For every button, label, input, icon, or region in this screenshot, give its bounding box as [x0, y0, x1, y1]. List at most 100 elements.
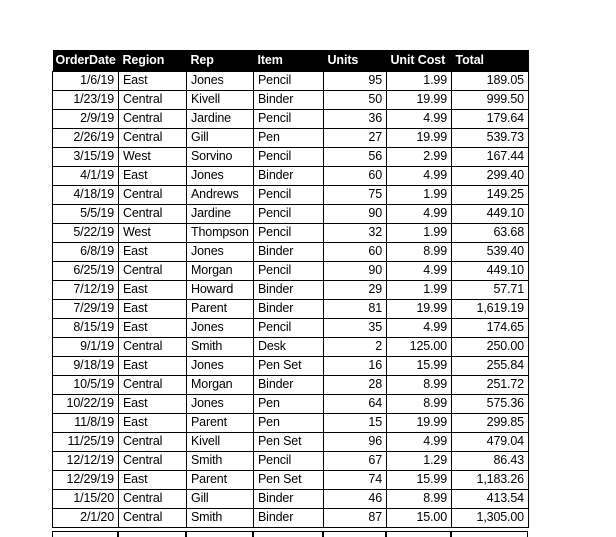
column-header-units[interactable]: Units — [323, 50, 387, 72]
cell-unit_cost[interactable]: 1.99 — [386, 280, 452, 300]
cell-total[interactable]: 255.84 — [451, 356, 529, 376]
cell-total[interactable]: 174.65 — [451, 318, 529, 338]
cell-units[interactable]: 36 — [323, 109, 387, 129]
cell-rep[interactable]: Jones — [186, 394, 254, 414]
cell-region[interactable]: Central — [118, 451, 187, 471]
table-row[interactable]: 9/18/19 East Jones Pen Set 16 15.99 255.84 — [52, 356, 529, 376]
cell-region[interactable]: East — [118, 242, 187, 262]
table-row[interactable]: 5/22/19 West Thompson Pencil 32 1.99 63.68 — [52, 223, 529, 243]
table-row[interactable]: 12/29/19 East Parent Pen Set 74 15.99 1,183.26 — [52, 470, 529, 490]
cell-total[interactable]: 1,619.19 — [451, 299, 529, 319]
cell-region[interactable]: West — [118, 147, 187, 167]
cell-total[interactable]: 1,305.00 — [451, 508, 529, 528]
cell-region[interactable]: Central — [118, 128, 187, 148]
cell-unit_cost[interactable]: 1.99 — [386, 185, 452, 205]
cell-unit_cost[interactable]: 4.99 — [386, 204, 452, 224]
cell-total[interactable]: 413.54 — [451, 489, 529, 509]
cell-rep[interactable]: Morgan — [186, 261, 254, 281]
cell-item[interactable]: Binder — [253, 166, 324, 186]
cell-region[interactable]: West — [118, 223, 187, 243]
cell-units[interactable]: 90 — [323, 204, 387, 224]
cell-region[interactable]: East — [118, 394, 187, 414]
cell-units[interactable]: 81 — [323, 299, 387, 319]
cell-order_date[interactable]: 5/5/19 — [52, 204, 119, 224]
cell-total[interactable]: 251.72 — [451, 375, 529, 395]
cell-unit_cost[interactable]: 1.99 — [386, 71, 452, 91]
cell-unit_cost[interactable]: 4.99 — [386, 261, 452, 281]
cell-unit_cost[interactable]: 8.99 — [386, 394, 452, 414]
cell-order_date[interactable]: 1/6/19 — [52, 71, 119, 91]
cell-total[interactable]: 189.05 — [451, 71, 529, 91]
cell-unit_cost[interactable]: 19.99 — [386, 128, 452, 148]
cell-order_date[interactable]: 2/1/20 — [52, 508, 119, 528]
table-row[interactable]: 10/22/19 East Jones Pen 64 8.99 575.36 — [52, 394, 529, 414]
cell-unit_cost[interactable]: 8.99 — [386, 242, 452, 262]
cell-item[interactable]: Pen — [253, 128, 324, 148]
cell-units[interactable]: 60 — [323, 166, 387, 186]
cell-total[interactable]: 479.04 — [451, 432, 529, 452]
cell-region[interactable]: Central — [118, 337, 187, 357]
cell-units[interactable]: 67 — [323, 451, 387, 471]
cell-units[interactable]: 16 — [323, 356, 387, 376]
cell-region[interactable]: Central — [118, 185, 187, 205]
cell-unit_cost[interactable]: 125.00 — [386, 337, 452, 357]
cell-item[interactable]: Binder — [253, 508, 324, 528]
cell-rep[interactable]: Kivell — [186, 90, 254, 110]
cell-unit_cost[interactable]: 8.99 — [386, 375, 452, 395]
cell-unit_cost[interactable]: 4.99 — [386, 432, 452, 452]
cell-order_date[interactable]: 9/18/19 — [52, 356, 119, 376]
cell-units[interactable]: 75 — [323, 185, 387, 205]
cell-region[interactable]: Central — [118, 375, 187, 395]
cell-item[interactable]: Pencil — [253, 318, 324, 338]
cell-units[interactable]: 74 — [323, 470, 387, 490]
cell-item[interactable]: Pencil — [253, 71, 324, 91]
table-row[interactable]: 6/8/19 East Jones Binder 60 8.99 539.40 — [52, 242, 529, 262]
cell-item[interactable]: Binder — [253, 299, 324, 319]
table-row[interactable]: 8/15/19 East Jones Pencil 35 4.99 174.65 — [52, 318, 529, 338]
cell-order_date[interactable]: 7/12/19 — [52, 280, 119, 300]
cell-rep[interactable]: Parent — [186, 470, 254, 490]
table-row[interactable]: 7/29/19 East Parent Binder 81 19.99 1,619.19 — [52, 299, 529, 319]
cell-rep[interactable]: Jones — [186, 242, 254, 262]
cell-total[interactable]: 1,183.26 — [451, 470, 529, 490]
cell-region[interactable]: Central — [118, 261, 187, 281]
cell-order_date[interactable]: 12/12/19 — [52, 451, 119, 471]
cell-order_date[interactable]: 7/29/19 — [52, 299, 119, 319]
cell-total[interactable]: 63.68 — [451, 223, 529, 243]
cell-item[interactable]: Pen Set — [253, 432, 324, 452]
table-row[interactable]: 2/26/19 Central Gill Pen 27 19.99 539.73 — [52, 128, 529, 148]
cell-order_date[interactable]: 2/26/19 — [52, 128, 119, 148]
table-row[interactable]: 10/5/19 Central Morgan Binder 28 8.99 251.72 — [52, 375, 529, 395]
cell-order_date[interactable]: 5/22/19 — [52, 223, 119, 243]
cell-rep[interactable]: Gill — [186, 489, 254, 509]
cell-item[interactable]: Pencil — [253, 109, 324, 129]
column-header-total[interactable]: Total — [451, 50, 529, 72]
cell-item[interactable]: Pencil — [253, 204, 324, 224]
cell-order_date[interactable]: 2/9/19 — [52, 109, 119, 129]
cell-rep[interactable]: Smith — [186, 451, 254, 471]
cell-units[interactable]: 87 — [323, 508, 387, 528]
cell-order_date[interactable]: 10/5/19 — [52, 375, 119, 395]
cell-total[interactable]: 539.40 — [451, 242, 529, 262]
cell-item[interactable]: Desk — [253, 337, 324, 357]
cell-region[interactable]: Central — [118, 432, 187, 452]
table-row[interactable]: 5/5/19 Central Jardine Pencil 90 4.99 449.10 — [52, 204, 529, 224]
cell-units[interactable]: 64 — [323, 394, 387, 414]
cell-total[interactable]: 539.73 — [451, 128, 529, 148]
cell-rep[interactable]: Jones — [186, 166, 254, 186]
cell-order_date[interactable]: 6/8/19 — [52, 242, 119, 262]
cell-order_date[interactable]: 11/8/19 — [52, 413, 119, 433]
cell-order_date[interactable]: 4/1/19 — [52, 166, 119, 186]
cell-item[interactable]: Pen Set — [253, 356, 324, 376]
cell-region[interactable]: Central — [118, 508, 187, 528]
table-row[interactable]: 11/8/19 East Parent Pen 15 19.99 299.85 — [52, 413, 529, 433]
cell-region[interactable]: East — [118, 470, 187, 490]
cell-unit_cost[interactable]: 4.99 — [386, 109, 452, 129]
column-header-rep[interactable]: Rep — [186, 50, 254, 72]
cell-unit_cost[interactable]: 15.00 — [386, 508, 452, 528]
cell-unit_cost[interactable]: 1.29 — [386, 451, 452, 471]
cell-item[interactable]: Pencil — [253, 451, 324, 471]
cell-total[interactable]: 449.10 — [451, 204, 529, 224]
table-row[interactable]: 4/1/19 East Jones Binder 60 4.99 299.40 — [52, 166, 529, 186]
table-row[interactable]: 1/6/19 East Jones Pencil 95 1.99 189.05 — [52, 71, 529, 91]
